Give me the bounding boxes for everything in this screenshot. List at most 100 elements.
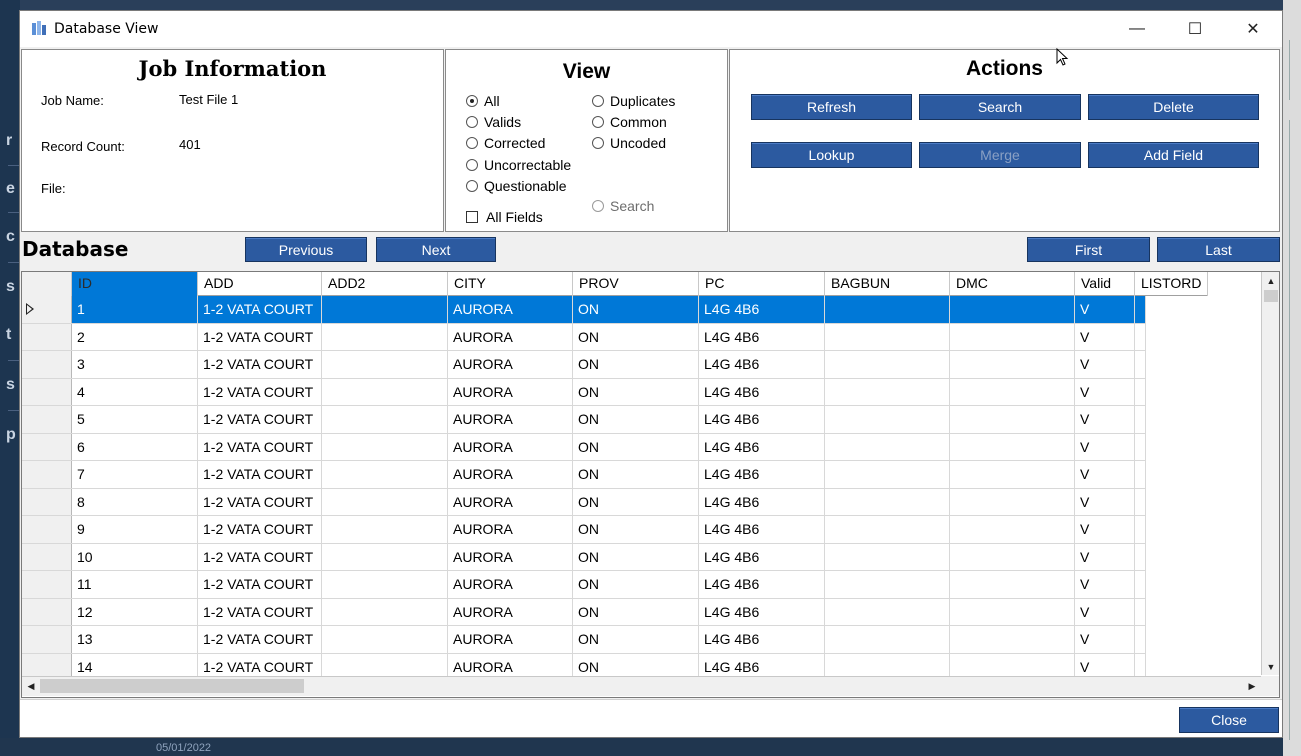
cell-prov[interactable]: ON [573,626,699,653]
cell-pc[interactable]: L4G 4B6 [699,461,825,488]
cell-city[interactable]: AURORA [448,626,573,653]
row-selector[interactable] [22,378,72,405]
cell-add[interactable]: 1-2 VATA COURT [198,571,322,598]
cell-pc[interactable]: L4G 4B6 [699,296,825,323]
cell-add2[interactable] [322,323,448,350]
database-grid[interactable]: ID ADD ADD2 CITY PROV PC BAGBUN DMC Valid LISTORD… [21,271,1280,698]
cell-id[interactable]: 1 [72,296,198,323]
cell-city[interactable]: AURORA [448,351,573,378]
cell-id[interactable]: 12 [72,598,198,625]
cell-city[interactable]: AURORA [448,433,573,460]
row-selector[interactable] [22,516,72,543]
maximize-button[interactable]: ☐ [1166,11,1224,47]
column-header-prov[interactable]: PROV [573,272,699,296]
cell-bagbun[interactable] [825,323,950,350]
horizontal-scrollbar[interactable]: ◀ ▶ [22,676,1261,696]
cell-prov[interactable]: ON [573,406,699,433]
add-field-button[interactable]: Add Field [1088,142,1259,168]
cell-listord[interactable] [1135,296,1146,323]
cell-bagbun[interactable] [825,461,950,488]
merge-button[interactable]: Merge [919,142,1081,168]
cell-pc[interactable]: L4G 4B6 [699,543,825,570]
cell-bagbun[interactable] [825,296,950,323]
cell-id[interactable]: 8 [72,488,198,515]
cell-add2[interactable] [322,351,448,378]
cell-listord[interactable] [1135,516,1146,543]
cell-dmc[interactable] [950,323,1075,350]
cell-add2[interactable] [322,378,448,405]
cell-bagbun[interactable] [825,378,950,405]
row-selector[interactable] [22,461,72,488]
row-selector[interactable] [22,296,72,323]
cell-valid[interactable]: V [1075,571,1135,598]
table-row[interactable]: 1 1-2 VATA COURT AURORA ON L4G 4B6 V [22,296,1146,324]
column-header-valid[interactable]: Valid [1075,272,1135,296]
cell-add2[interactable] [322,406,448,433]
cell-pc[interactable]: L4G 4B6 [699,626,825,653]
first-button[interactable]: First [1027,237,1150,262]
row-selector[interactable] [22,323,72,350]
close-button[interactable]: Close [1179,707,1279,733]
view-option-valids[interactable]: Valids [466,114,521,130]
cell-pc[interactable]: L4G 4B6 [699,351,825,378]
cell-dmc[interactable] [950,296,1075,323]
lookup-button[interactable]: Lookup [751,142,912,168]
cell-dmc[interactable] [950,488,1075,515]
cell-id[interactable]: 5 [72,406,198,433]
delete-button[interactable]: Delete [1088,94,1259,120]
row-selector[interactable] [22,543,72,570]
scroll-up-icon[interactable]: ▲ [1262,272,1279,289]
cell-add[interactable]: 1-2 VATA COURT [198,406,322,433]
column-header-bagbun[interactable]: BAGBUN [825,272,950,296]
cell-valid[interactable]: V [1075,543,1135,570]
row-selector[interactable] [22,571,72,598]
cell-valid[interactable]: V [1075,626,1135,653]
cell-city[interactable]: AURORA [448,461,573,488]
cell-add[interactable]: 1-2 VATA COURT [198,433,322,460]
cell-id[interactable]: 2 [72,323,198,350]
cell-bagbun[interactable] [825,543,950,570]
cell-bagbun[interactable] [825,571,950,598]
table-row[interactable]: 4 1-2 VATA COURT AURORA ON L4G 4B6 V [22,378,1146,406]
view-option-common[interactable]: Common [592,114,667,130]
cell-city[interactable]: AURORA [448,571,573,598]
column-header-city[interactable]: CITY [448,272,573,296]
cell-prov[interactable]: ON [573,488,699,515]
table-row[interactable]: 3 1-2 VATA COURT AURORA ON L4G 4B6 V [22,351,1146,379]
scroll-right-icon[interactable]: ▶ [1243,677,1261,696]
table-row[interactable]: 10 1-2 VATA COURT AURORA ON L4G 4B6 V [22,543,1146,571]
cell-prov[interactable]: ON [573,461,699,488]
cell-dmc[interactable] [950,543,1075,570]
cell-bagbun[interactable] [825,406,950,433]
row-selector[interactable] [22,626,72,653]
cell-listord[interactable] [1135,543,1146,570]
cell-dmc[interactable] [950,351,1075,378]
cell-city[interactable]: AURORA [448,543,573,570]
cell-add2[interactable] [322,461,448,488]
cell-city[interactable]: AURORA [448,323,573,350]
cell-valid[interactable]: V [1075,296,1135,323]
cell-city[interactable]: AURORA [448,406,573,433]
cell-dmc[interactable] [950,626,1075,653]
cell-city[interactable]: AURORA [448,488,573,515]
cell-id[interactable]: 10 [72,543,198,570]
cell-bagbun[interactable] [825,598,950,625]
cell-prov[interactable]: ON [573,378,699,405]
cell-bagbun[interactable] [825,516,950,543]
cell-id[interactable]: 11 [72,571,198,598]
cell-dmc[interactable] [950,378,1075,405]
cell-bagbun[interactable] [825,433,950,460]
cell-pc[interactable]: L4G 4B6 [699,571,825,598]
cell-add[interactable]: 1-2 VATA COURT [198,351,322,378]
cell-id[interactable]: 3 [72,351,198,378]
cell-add2[interactable] [322,543,448,570]
cell-id[interactable]: 6 [72,433,198,460]
column-header-dmc[interactable]: DMC [950,272,1075,296]
cell-prov[interactable]: ON [573,571,699,598]
cell-dmc[interactable] [950,461,1075,488]
cell-valid[interactable]: V [1075,488,1135,515]
cell-city[interactable]: AURORA [448,598,573,625]
cell-valid[interactable]: V [1075,516,1135,543]
view-option-uncoded[interactable]: Uncoded [592,135,666,151]
column-header-id[interactable]: ID [72,272,198,296]
